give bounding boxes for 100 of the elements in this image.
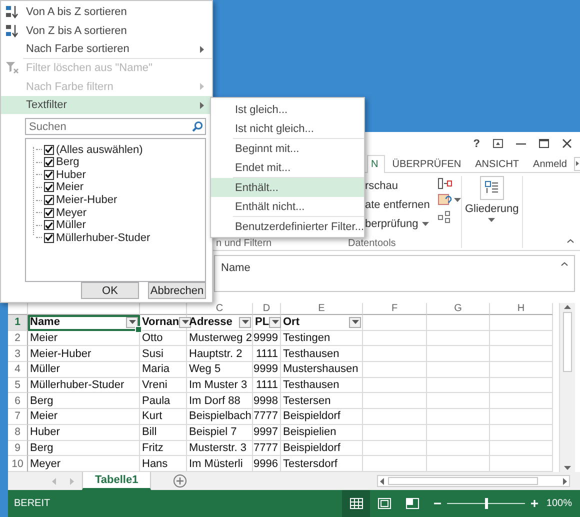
row-header[interactable]: 8	[8, 424, 28, 440]
checkbox[interactable]	[44, 144, 54, 155]
row-header[interactable]: 5	[8, 378, 28, 394]
table-header-cell[interactable]: Vornan	[140, 315, 187, 331]
checkbox[interactable]	[44, 182, 54, 192]
normal-view-icon[interactable]	[350, 498, 362, 509]
maximize-icon[interactable]	[539, 139, 549, 148]
table-cell: 9999	[253, 330, 281, 346]
table-header-cell[interactable]: Ort	[281, 315, 363, 331]
zoom-slider[interactable]	[485, 498, 488, 509]
menu-item[interactable]: Nach Farbe sortieren	[1, 40, 212, 58]
scroll-right-icon[interactable]	[563, 478, 567, 484]
row-header[interactable]: 6	[8, 393, 28, 410]
collapse-formula-icon[interactable]	[561, 262, 568, 266]
empty-cell	[427, 378, 490, 394]
row-header[interactable]: 3	[8, 346, 28, 362]
menu-item[interactable]: Beginnt mit...	[211, 139, 364, 158]
ribbon-display-icon[interactable]	[493, 139, 503, 148]
add-sheet-icon[interactable]	[173, 474, 188, 488]
row-header[interactable]: 4	[8, 362, 28, 378]
filter-button[interactable]	[349, 316, 361, 328]
zoom-out-icon[interactable]	[434, 500, 441, 507]
empty-cell	[427, 346, 490, 362]
menu-item[interactable]: Ist gleich...	[211, 100, 364, 119]
scroll-left-icon[interactable]	[380, 478, 384, 484]
zoom-in-icon[interactable]	[531, 500, 538, 507]
ribbon-tab[interactable]: ÜBERPRÜFEN	[385, 155, 468, 173]
ribbon-tab[interactable]: ANSICHT	[468, 155, 526, 173]
row-header[interactable]: 10	[8, 456, 28, 472]
consolidate-icon[interactable]	[438, 211, 450, 223]
zoom-level[interactable]: 100%	[538, 498, 580, 509]
dialog-button[interactable]: Abbrechen	[148, 282, 206, 299]
horizontal-scrollbar[interactable]	[377, 475, 570, 487]
ribbon-tab[interactable]: Anmeld	[526, 155, 574, 173]
checkbox[interactable]	[44, 208, 54, 218]
menu-item[interactable]: Benutzerdefinierter Filter...	[211, 217, 364, 236]
scrollbar-thumb[interactable]	[388, 477, 538, 485]
column-header[interactable]: C	[187, 303, 253, 315]
checkbox[interactable]	[44, 232, 54, 243]
group-label: n und Filtern	[216, 238, 273, 250]
menu-item[interactable]: Ist nicht gleich...	[211, 119, 364, 138]
table-cell: 9999	[253, 362, 281, 378]
vertical-scrollbar[interactable]	[559, 303, 575, 472]
empty-cell	[427, 440, 490, 456]
menu-item[interactable]: Von Z bis A sortieren	[1, 21, 212, 40]
menu-item[interactable]: Enthält nicht...	[211, 197, 364, 216]
checkbox[interactable]	[44, 170, 54, 180]
outline-icon	[484, 181, 499, 195]
menu-item[interactable]: Von A bis Z sortieren	[1, 3, 212, 22]
row-header[interactable]: 2	[8, 330, 28, 346]
tab-scroll-button[interactable]	[574, 156, 580, 170]
ribbon-tab[interactable]: N	[367, 155, 386, 173]
checkbox[interactable]	[44, 220, 54, 230]
scroll-down-icon[interactable]	[564, 466, 571, 470]
menu-item[interactable]: Enthält...	[211, 178, 364, 197]
column-header[interactable]: F	[363, 303, 427, 315]
search-icon[interactable]	[192, 121, 203, 132]
checkbox-label: Meier	[56, 181, 84, 194]
sheet-tab[interactable]: Tabelle1	[82, 472, 152, 490]
row-header[interactable]: 9	[8, 440, 28, 456]
checkbox[interactable]	[44, 157, 54, 168]
table-cell: Maria	[140, 362, 187, 378]
scroll-up-icon[interactable]	[564, 305, 571, 309]
data-validation-icon[interactable]	[438, 194, 452, 206]
empty-cell	[427, 393, 490, 410]
table-cell: 9997	[253, 424, 281, 440]
outline-button[interactable]: Gliederung	[466, 173, 518, 236]
filter-button[interactable]	[239, 316, 251, 328]
page-layout-icon[interactable]	[378, 498, 390, 509]
help-button[interactable]: ?	[473, 138, 480, 150]
column-header[interactable]: G	[427, 303, 490, 315]
dialog-button[interactable]: OK	[81, 282, 139, 299]
collapse-ribbon-icon[interactable]	[567, 239, 574, 243]
column-header[interactable]: D	[253, 303, 281, 315]
ribbon-command[interactable]: ate entfernen	[365, 195, 430, 214]
filter-button[interactable]	[269, 316, 282, 328]
column-header[interactable]: H	[490, 303, 553, 315]
row-header[interactable]: 7	[8, 409, 28, 425]
page-break-icon[interactable]	[406, 498, 418, 509]
search-field[interactable]: Suchen	[25, 118, 206, 136]
row-header[interactable]: 1	[8, 315, 28, 331]
table-header-cell[interactable]: PL	[253, 315, 281, 331]
checkbox-label: Meier-Huber	[56, 194, 118, 206]
filter-button[interactable]	[126, 316, 138, 328]
scrollbar-thumb[interactable]	[563, 312, 572, 372]
empty-cell	[363, 330, 427, 346]
flash-fill-icon[interactable]	[438, 178, 452, 189]
ribbon-command[interactable]: berprüfung	[365, 214, 430, 233]
table-header-cell[interactable]: Name	[28, 315, 140, 331]
empty-cell	[490, 315, 553, 331]
table-cell: Berg	[28, 440, 140, 456]
ribbon-command[interactable]: rschau	[365, 176, 430, 195]
formula-bar[interactable]: Name	[214, 255, 575, 292]
checkbox[interactable]	[44, 195, 54, 206]
close-icon[interactable]	[562, 139, 572, 148]
menu-item[interactable]: Endet mit...	[211, 158, 364, 177]
empty-cell	[490, 409, 553, 425]
column-header[interactable]: E	[281, 303, 363, 315]
table-header-cell[interactable]: Adresse	[187, 315, 253, 331]
menu-item[interactable]: Textfilter	[1, 96, 212, 114]
